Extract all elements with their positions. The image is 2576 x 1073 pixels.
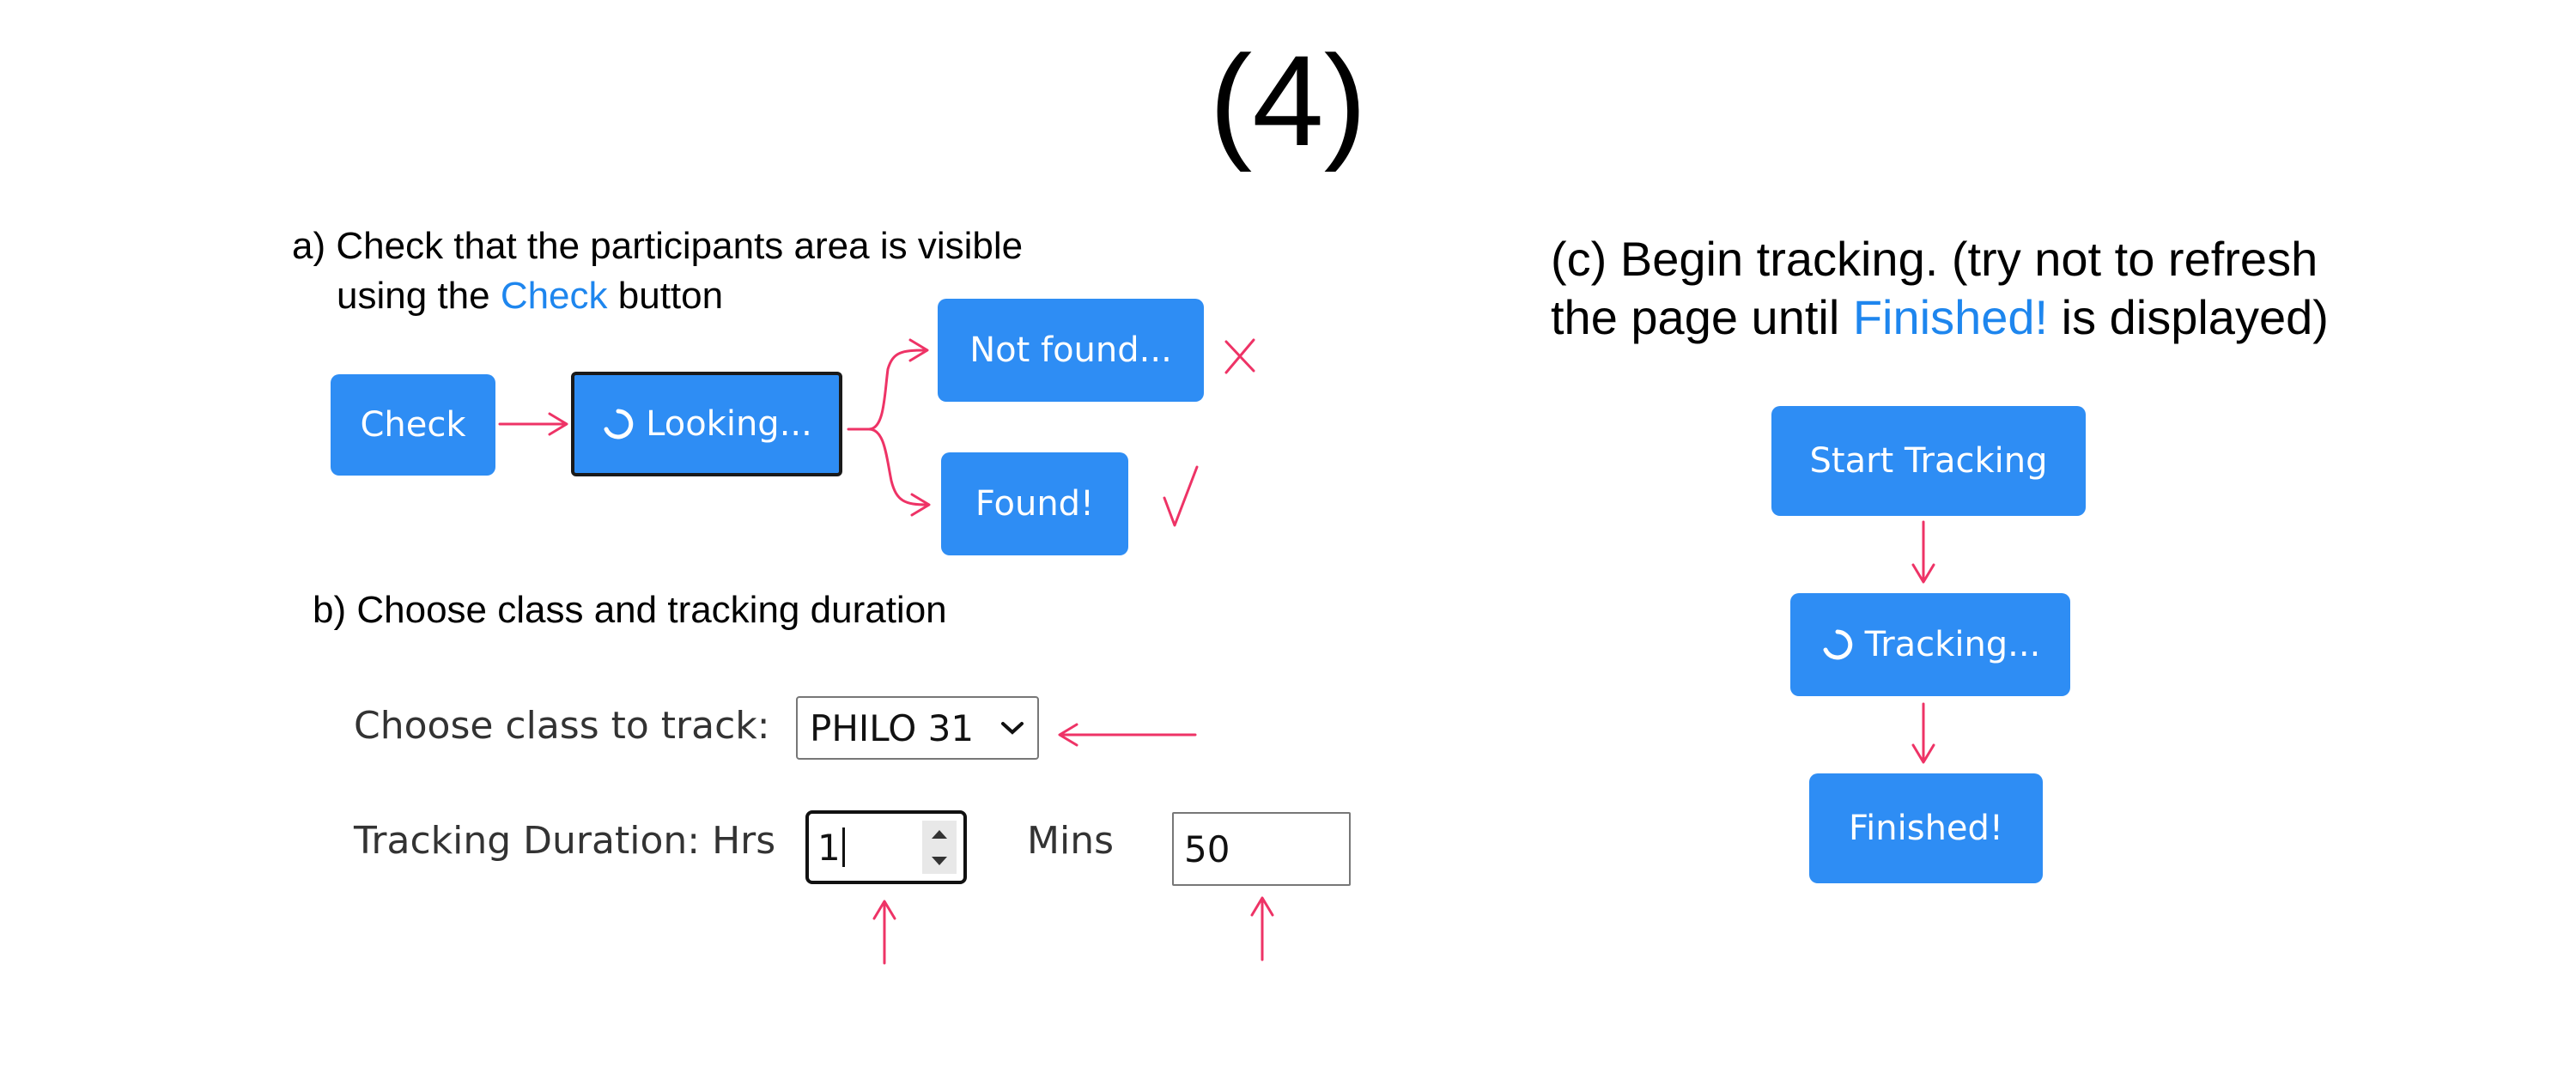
section-b-heading: b) Choose class and tracking duration [313, 589, 947, 631]
check-mark-icon [1163, 465, 1199, 527]
hours-input-value: 1 [817, 826, 841, 869]
mins-label: Mins [1027, 819, 1114, 863]
not-found-button-label: Not found... [969, 330, 1172, 370]
cross-mark-icon [1224, 338, 1255, 374]
section-c-instruction-line2: the page until Finished! is displayed) [1551, 288, 2329, 347]
arrow-tracking-to-finished [1911, 702, 1935, 764]
section-a-instruction-line1: a) Check that the participants area is v… [292, 225, 1024, 267]
mins-input[interactable]: 50 [1172, 812, 1351, 886]
class-label: Choose class to track: [354, 704, 770, 748]
check-highlight: Check [500, 275, 608, 317]
check-button[interactable]: Check [331, 374, 495, 476]
finished-highlight: Finished! [1852, 290, 2049, 344]
arrow-to-hours-input [872, 900, 896, 965]
spinner-icon [1823, 629, 1852, 660]
section-a-instruction-line2: using the Check button [337, 271, 723, 321]
found-button[interactable]: Found! [941, 452, 1128, 555]
arrow-start-to-tracking [1911, 520, 1935, 584]
section-c-line2-prefix: the page until [1551, 290, 1853, 344]
found-button-label: Found! [975, 484, 1095, 524]
step-number: (4) [1209, 28, 1367, 173]
arrow-to-mins-input [1250, 896, 1274, 961]
finished-button[interactable]: Finished! [1809, 773, 2043, 883]
looking-button-label: Looking... [646, 404, 812, 444]
class-select-value: PHILO 31 [810, 706, 975, 749]
duration-label: Tracking Duration: Hrs [354, 819, 776, 863]
class-select[interactable]: PHILO 31 [796, 696, 1039, 760]
arrow-to-class-select [1058, 723, 1197, 747]
mins-input-value: 50 [1184, 827, 1230, 870]
spinner-icon [604, 409, 634, 440]
arrow-check-to-looking [498, 412, 568, 436]
stepper-up-icon[interactable] [930, 828, 949, 840]
hours-input[interactable]: 1 [805, 810, 967, 884]
section-a-line2-suffix: button [607, 275, 724, 317]
tracking-button-label: Tracking... [1864, 625, 2041, 664]
section-c-instruction-line1: (c) Begin tracking. (try not to refresh [1551, 232, 2318, 286]
branch-arrow-looking [847, 338, 931, 517]
looking-button[interactable]: Looking... [571, 372, 842, 476]
chevron-down-icon [1001, 722, 1024, 735]
not-found-button[interactable]: Not found... [938, 299, 1204, 402]
tracking-button[interactable]: Tracking... [1790, 593, 2070, 696]
start-tracking-button-label: Start Tracking [1809, 441, 2048, 481]
text-caret [841, 827, 845, 867]
section-a-line2-prefix: using the [337, 275, 501, 317]
stepper-down-icon[interactable] [930, 855, 949, 867]
finished-button-label: Finished! [1849, 809, 2003, 848]
start-tracking-button[interactable]: Start Tracking [1771, 406, 2086, 516]
check-button-label: Check [360, 405, 466, 445]
section-c-line2-suffix: is displayed) [2048, 290, 2329, 344]
hours-stepper[interactable] [922, 821, 957, 874]
